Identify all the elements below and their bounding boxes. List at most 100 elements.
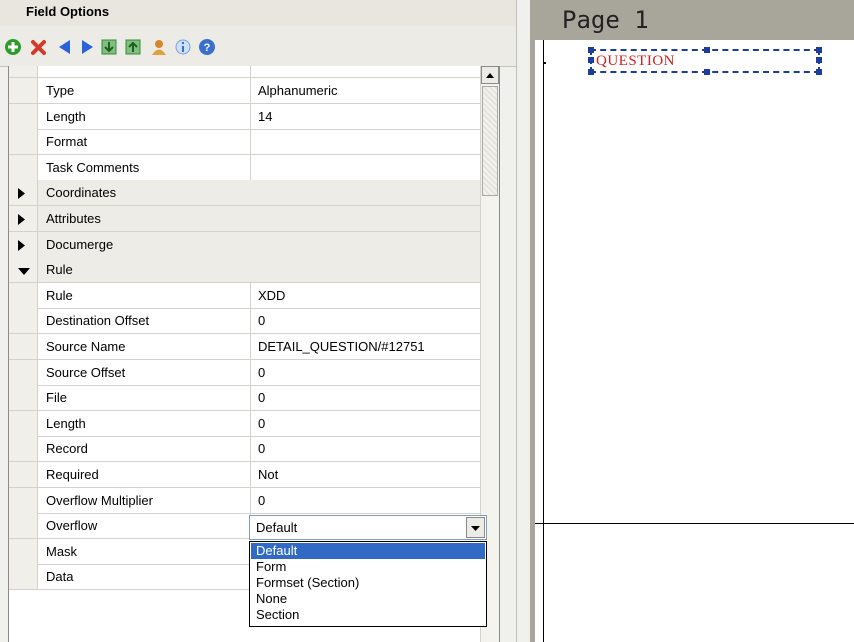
property-row[interactable]: Rule XDD	[9, 282, 499, 309]
property-value[interactable]: DETAIL_QUESTION/#12751	[258, 339, 425, 354]
property-name: File	[46, 390, 67, 406]
resize-handle[interactable]	[588, 47, 594, 53]
property-row[interactable]: Length 0	[9, 410, 499, 437]
page-label: Page 1	[562, 6, 649, 34]
dropdown-toggle-button[interactable]	[466, 517, 485, 538]
category-label: Documerge	[46, 236, 114, 252]
resize-handle[interactable]	[816, 47, 822, 53]
property-value[interactable]: XDD	[258, 288, 285, 303]
property-row[interactable]: Record 0	[9, 436, 499, 463]
triangle-up-icon	[486, 73, 494, 78]
resize-handle[interactable]	[588, 69, 594, 75]
property-row[interactable]: Overflow Multiplier 0	[9, 487, 499, 514]
property-name: Data	[46, 569, 74, 585]
column-divider	[250, 436, 251, 462]
expanded-arrow-icon[interactable]	[17, 265, 31, 280]
category-row[interactable]: Coordinates	[9, 180, 499, 207]
property-value[interactable]: 0	[258, 416, 265, 431]
row-gutter	[9, 154, 38, 180]
resize-handle[interactable]	[704, 69, 710, 75]
property-value[interactable]: Alphanumeric	[258, 83, 338, 98]
property-value[interactable]: 0	[258, 390, 265, 405]
person-icon	[152, 40, 166, 55]
row-gutter	[9, 78, 38, 103]
resize-handle[interactable]	[704, 47, 710, 53]
ruler-tick	[543, 62, 546, 64]
column-divider	[250, 154, 251, 180]
property-value[interactable]: 0	[258, 493, 265, 508]
add-button[interactable]	[4, 38, 22, 56]
resize-handle[interactable]	[816, 57, 822, 63]
delete-button[interactable]	[30, 38, 48, 56]
dropdown-option-formset[interactable]: Formset (Section)	[251, 575, 485, 591]
row-gutter	[9, 436, 38, 462]
dropdown-option-none[interactable]: None	[251, 591, 485, 607]
property-name: Record	[46, 441, 88, 457]
resize-handle[interactable]	[588, 57, 594, 63]
category-row[interactable]: Attributes	[9, 206, 499, 232]
property-row[interactable]: File 0	[9, 385, 499, 412]
column-divider	[250, 103, 251, 129]
category-row[interactable]: Rule	[9, 257, 499, 284]
column-divider	[250, 410, 251, 436]
dropdown-option-section[interactable]: Section	[251, 607, 485, 623]
add-icon	[5, 39, 21, 55]
collapsed-arrow-icon[interactable]	[17, 188, 27, 203]
row-gutter	[9, 513, 38, 539]
property-row[interactable]: Source Offset 0	[9, 359, 499, 386]
field-options-panel: Field Options ? Type Alphanumeric Length…	[0, 0, 516, 642]
property-value[interactable]: 0	[258, 365, 265, 380]
help-button[interactable]: ?	[198, 38, 216, 56]
column-divider	[250, 129, 251, 155]
column-divider	[250, 78, 251, 103]
property-name: Length	[46, 415, 86, 431]
panel-splitter[interactable]	[516, 0, 531, 642]
property-name: Task Comments	[46, 159, 140, 175]
column-divider	[250, 308, 251, 334]
column-divider	[250, 385, 251, 411]
property-value[interactable]: Not	[258, 467, 278, 482]
row-gutter	[9, 129, 38, 155]
property-value[interactable]: 0	[258, 313, 265, 328]
property-row[interactable]: Destination Offset 0	[9, 308, 499, 335]
overflow-select-value: Default	[256, 520, 298, 535]
scroll-thumb[interactable]	[482, 86, 498, 196]
property-value[interactable]: 14	[258, 109, 272, 124]
property-row[interactable]: Source Name DETAIL_QUESTION/#12751	[9, 334, 499, 360]
property-row[interactable]: Task Comments	[9, 154, 499, 181]
info-icon	[175, 39, 191, 55]
user-button[interactable]	[150, 38, 168, 56]
move-left-button[interactable]	[56, 38, 74, 56]
row-gutter	[9, 334, 38, 359]
info-button[interactable]	[174, 38, 192, 56]
property-row[interactable]: Format	[9, 129, 499, 156]
dropdown-option-default[interactable]: Default	[251, 543, 485, 559]
property-name: Mask	[46, 543, 78, 559]
toolbar: ?	[0, 26, 516, 67]
import-button[interactable]	[100, 38, 118, 56]
dropdown-option-form[interactable]: Form	[251, 559, 485, 575]
category-label: Rule	[46, 262, 73, 278]
export-button[interactable]	[124, 38, 142, 56]
row-gutter	[9, 66, 38, 77]
column-divider	[250, 359, 251, 385]
scroll-up-button[interactable]	[481, 66, 499, 84]
overflow-select[interactable]: Default	[249, 515, 487, 540]
page-surface	[535, 40, 854, 642]
arrow-left-icon	[59, 40, 70, 54]
category-row[interactable]: Documerge	[9, 231, 499, 258]
collapsed-arrow-icon[interactable]	[17, 214, 27, 229]
question-field[interactable]: QUESTION	[588, 47, 822, 75]
property-row[interactable]: Length 14	[9, 103, 499, 130]
category-label: Coordinates	[46, 185, 117, 201]
resize-handle[interactable]	[816, 69, 822, 75]
page-guide-line	[535, 523, 854, 524]
move-right-button[interactable]	[78, 38, 96, 56]
collapsed-arrow-icon[interactable]	[17, 239, 27, 255]
property-value[interactable]: 0	[258, 441, 265, 456]
delete-icon	[31, 40, 46, 55]
property-row[interactable]: Type Alphanumeric	[9, 78, 499, 104]
property-row[interactable]: Required Not	[9, 462, 499, 488]
column-divider	[250, 282, 251, 308]
property-name: Destination Offset	[46, 313, 150, 329]
